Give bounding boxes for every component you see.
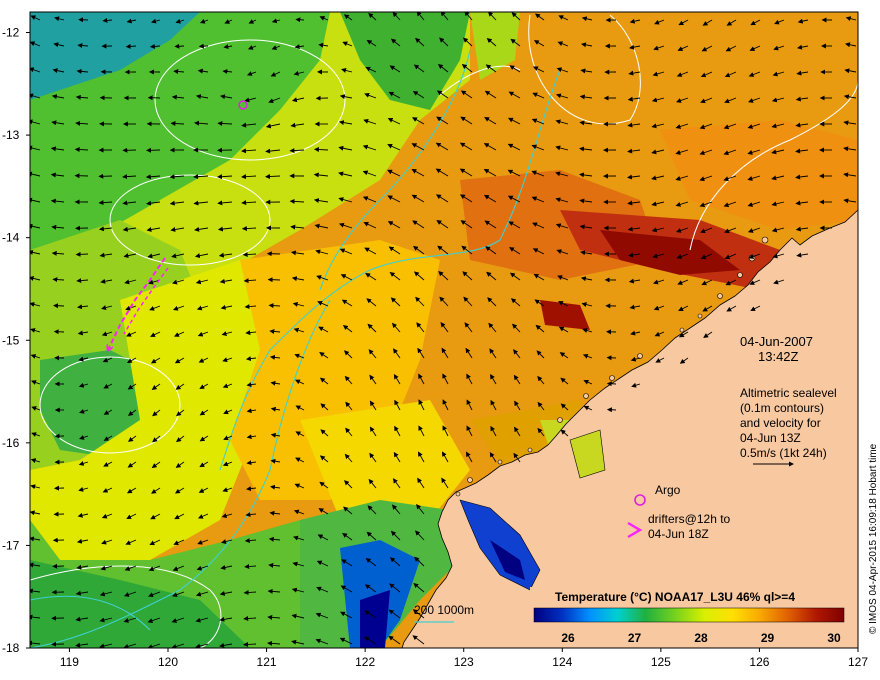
map-panel [30, 12, 858, 648]
latitude-axis: -12 -13 -14 -15 -16 -17 -18 [2, 26, 30, 655]
credit-text: © IMOS 04-Apr-2015 16:09:18 Hobart time [868, 443, 879, 634]
drifter-legend-line-2: 04-Jun 18Z [648, 527, 709, 541]
lat-tick-label: -18 [2, 641, 20, 655]
lon-tick-label: 125 [651, 655, 671, 669]
colorbar-tick-label: 28 [694, 631, 708, 645]
altimetry-line-4: 04-Jun 13Z [740, 431, 801, 445]
lon-tick-label: 127 [848, 655, 868, 669]
velocity-arrow [606, 381, 617, 387]
colorbar-tick-label: 30 [827, 631, 841, 645]
sst-map-figure: -12 -13 -14 -15 -16 -17 -18 119 120 121 122 123 124… [2, 11, 879, 669]
colorbar-gradient [533, 607, 845, 623]
lon-tick-label: 122 [355, 655, 375, 669]
drifter-legend-line-1: drifters@12h to [648, 512, 731, 526]
velocity-arrow [78, 17, 89, 23]
velocity-arrow [174, 43, 185, 49]
colorbar-tick-label: 26 [561, 631, 575, 645]
colorbar-tick-label: 29 [761, 631, 775, 645]
altimetry-line-5: 0.5m/s (1kt 24h) [740, 446, 827, 460]
lon-tick-label: 123 [454, 655, 474, 669]
lat-tick-label: -15 [2, 333, 20, 347]
time-label: 13:42Z [758, 349, 799, 364]
lon-tick-label: 124 [552, 655, 572, 669]
isobath-legend-label: 200 1000m [414, 603, 474, 617]
altimetry-line-3: and velocity for [740, 416, 821, 430]
velocity-arrow [53, 303, 65, 309]
date-label: 04-Jun-2007 [740, 334, 813, 349]
lat-tick-label: -16 [2, 436, 20, 450]
velocity-arrow [75, 251, 89, 257]
altimetry-line-1: Altimetric sealevel [740, 386, 837, 400]
lat-tick-label: -14 [2, 231, 20, 245]
altimetry-line-2: (0.1m contours) [740, 401, 824, 415]
argo-legend-label: Argo [655, 483, 681, 497]
lon-tick-label: 120 [158, 655, 178, 669]
lat-tick-label: -12 [2, 26, 20, 40]
lat-tick-label: -13 [2, 128, 20, 142]
lon-tick-label: 126 [749, 655, 769, 669]
colorbar-tick-label: 27 [628, 631, 642, 645]
lon-tick-label: 121 [257, 655, 277, 669]
velocity-arrow [267, 277, 281, 283]
velocity-arrow [295, 17, 305, 23]
colorbar: Temperature (°C) NOAA17_L3U 46% ql>=4 26… [530, 587, 848, 647]
lon-tick-label: 119 [60, 655, 79, 669]
lat-tick-label: -17 [2, 538, 20, 552]
colorbar-title: Temperature (°C) NOAA17_L3U 46% ql>=4 [555, 590, 795, 604]
velocity-arrow [606, 407, 617, 413]
longitude-axis: 119 120 121 122 123 124 125 126 127 [60, 648, 868, 669]
